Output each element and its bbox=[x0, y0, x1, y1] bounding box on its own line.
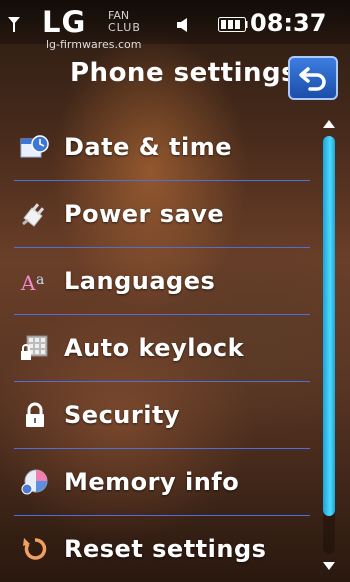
menu-item-memory-info[interactable]: Memory info bbox=[14, 449, 310, 516]
speaker-icon bbox=[177, 18, 187, 32]
back-arrow-icon bbox=[299, 67, 326, 91]
menu-item-security[interactable]: Security bbox=[14, 382, 310, 449]
menu-item-languages[interactable]: A a Languages bbox=[14, 248, 310, 315]
svg-text:A: A bbox=[20, 271, 36, 295]
brand-fan-text: FAN bbox=[108, 9, 130, 22]
calendar-clock-icon bbox=[18, 132, 52, 162]
scrollbar[interactable] bbox=[318, 116, 340, 574]
keypad-lock-icon bbox=[18, 333, 52, 363]
memory-pie-icon bbox=[18, 467, 52, 497]
menu-item-label: Memory info bbox=[64, 468, 240, 496]
battery-icon bbox=[218, 17, 248, 32]
brand-lg-text: LG bbox=[42, 5, 87, 39]
page-title: Phone settings bbox=[70, 58, 298, 88]
scroll-thumb[interactable] bbox=[323, 136, 335, 516]
brand-logo: LG FAN CLUB bbox=[42, 5, 140, 39]
menu-item-label: Power save bbox=[64, 200, 225, 228]
settings-menu: Date & time Power save A a Languages Aut… bbox=[14, 114, 310, 582]
scroll-up-arrow-icon[interactable] bbox=[318, 116, 340, 132]
back-button[interactable] bbox=[288, 56, 338, 100]
watermark-text: lg-firmwares.com bbox=[46, 38, 142, 51]
reset-arrow-icon bbox=[18, 534, 52, 564]
menu-item-label: Security bbox=[64, 401, 181, 429]
menu-item-label: Auto keylock bbox=[64, 334, 245, 362]
signal-icon bbox=[8, 17, 20, 32]
scroll-track[interactable] bbox=[323, 136, 335, 554]
menu-item-label: Languages bbox=[64, 267, 216, 295]
padlock-icon bbox=[18, 400, 52, 430]
menu-item-reset-settings[interactable]: Reset settings bbox=[14, 516, 310, 582]
language-icon: A a bbox=[18, 266, 52, 296]
svg-text:a: a bbox=[36, 272, 44, 288]
brand-club-text: CLUB bbox=[108, 21, 141, 34]
menu-item-label: Date & time bbox=[64, 133, 232, 161]
power-plug-icon bbox=[18, 199, 52, 229]
clock: 08:37 bbox=[250, 9, 327, 37]
menu-item-date-time[interactable]: Date & time bbox=[14, 114, 310, 181]
menu-item-auto-keylock[interactable]: Auto keylock bbox=[14, 315, 310, 382]
status-bar: LG FAN CLUB lg-firmwares.com 08:37 bbox=[0, 0, 350, 51]
menu-item-power-save[interactable]: Power save bbox=[14, 181, 310, 248]
menu-item-label: Reset settings bbox=[64, 535, 267, 563]
scroll-down-arrow-icon[interactable] bbox=[318, 558, 340, 574]
